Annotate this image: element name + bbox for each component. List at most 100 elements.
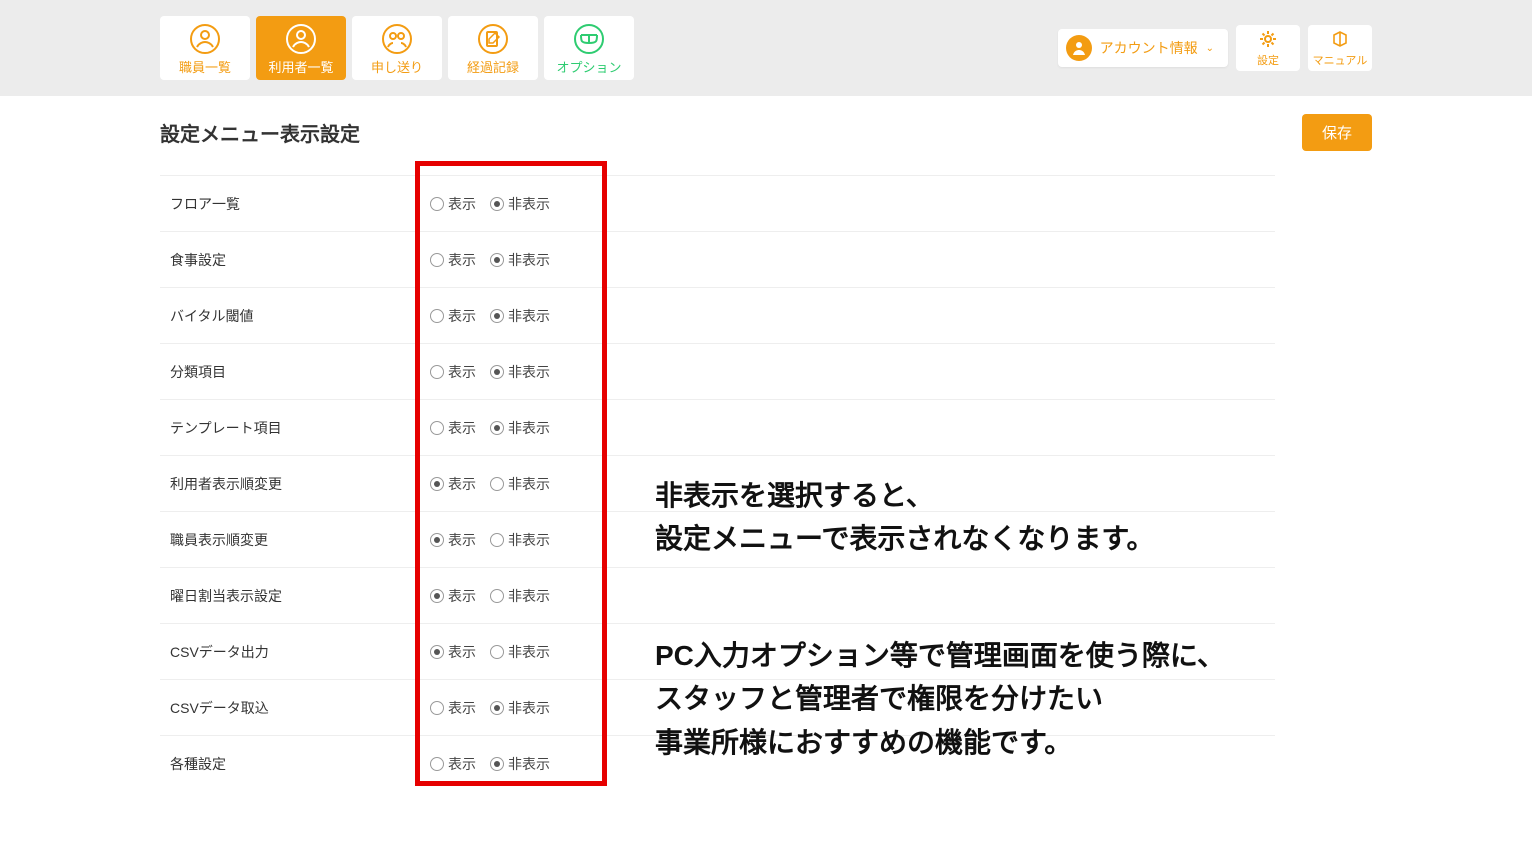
topnav-label: 職員一覧 <box>179 57 231 76</box>
account-info-dropdown[interactable]: アカウント情報 ⌄ <box>1058 29 1228 67</box>
gear-icon <box>1258 29 1278 52</box>
radio-show[interactable] <box>430 421 444 435</box>
row-options: 表示 非表示 <box>430 586 550 606</box>
option-hide[interactable]: 非表示 <box>490 754 550 774</box>
settings-row: 曜日割当表示設定表示非表示 <box>160 567 1275 623</box>
row-options: 表示 非表示 <box>430 418 550 438</box>
option-hide[interactable]: 非表示 <box>490 362 550 382</box>
annotation-block-1: 非表示を選択すると、 設定メニューで表示されなくなります。 <box>655 474 1155 561</box>
radio-hide[interactable] <box>490 477 504 491</box>
option-show[interactable]: 表示 <box>430 474 476 494</box>
radio-hide[interactable] <box>490 533 504 547</box>
radio-show[interactable] <box>430 701 444 715</box>
row-label: 利用者表示順変更 <box>170 474 430 494</box>
option-show[interactable]: 表示 <box>430 418 476 438</box>
radio-show[interactable] <box>430 645 444 659</box>
row-options: 表示 非表示 <box>430 362 550 382</box>
row-label: フロア一覧 <box>170 194 430 214</box>
radio-hide[interactable] <box>490 589 504 603</box>
option-hide-label: 非表示 <box>508 642 550 662</box>
settings-row: 分類項目表示非表示 <box>160 343 1275 399</box>
row-options: 表示 非表示 <box>430 474 550 494</box>
option-show[interactable]: 表示 <box>430 362 476 382</box>
option-show[interactable]: 表示 <box>430 250 476 270</box>
radio-show[interactable] <box>430 309 444 323</box>
option-show-label: 表示 <box>448 250 476 270</box>
user-icon <box>283 21 319 57</box>
option-hide[interactable]: 非表示 <box>490 530 550 550</box>
manual-button[interactable]: マニュアル <box>1308 25 1372 71</box>
staff-icon <box>187 21 223 57</box>
radio-show[interactable] <box>430 253 444 267</box>
topbar-right: アカウント情報 ⌄ 設定 マニュアル <box>1058 25 1372 71</box>
radio-show[interactable] <box>430 589 444 603</box>
option-hide[interactable]: 非表示 <box>490 698 550 718</box>
option-icon <box>571 21 607 57</box>
option-hide-label: 非表示 <box>508 418 550 438</box>
annotation-line: スタッフと管理者で権限を分けたい <box>655 683 1103 714</box>
option-show[interactable]: 表示 <box>430 586 476 606</box>
topnav-staff-list[interactable]: 職員一覧 <box>160 16 250 80</box>
row-options: 表示 非表示 <box>430 698 550 718</box>
option-hide[interactable]: 非表示 <box>490 474 550 494</box>
option-hide-label: 非表示 <box>508 586 550 606</box>
chevron-down-icon: ⌄ <box>1206 43 1214 54</box>
radio-hide[interactable] <box>490 197 504 211</box>
settings-button[interactable]: 設定 <box>1236 25 1300 71</box>
option-show[interactable]: 表示 <box>430 698 476 718</box>
settings-row: 食事設定表示非表示 <box>160 231 1275 287</box>
radio-hide[interactable] <box>490 757 504 771</box>
save-button[interactable]: 保存 <box>1302 114 1372 151</box>
option-hide-label: 非表示 <box>508 474 550 494</box>
row-label: CSVデータ出力 <box>170 642 430 662</box>
settings-row: バイタル閾値表示 非表示 <box>160 287 1275 343</box>
option-hide-label: 非表示 <box>508 362 550 382</box>
option-show-label: 表示 <box>448 642 476 662</box>
option-show[interactable]: 表示 <box>430 754 476 774</box>
row-label: バイタル閾値 <box>170 306 430 326</box>
topnav-handover[interactable]: 申し送り <box>352 16 442 80</box>
option-hide[interactable]: 非表示 <box>490 418 550 438</box>
option-show[interactable]: 表示 <box>430 194 476 214</box>
row-options: 表示 非表示 <box>430 754 550 774</box>
option-hide-label: 非表示 <box>508 698 550 718</box>
option-show-label: 表示 <box>448 418 476 438</box>
radio-show[interactable] <box>430 757 444 771</box>
topnav-option[interactable]: オプション <box>544 16 634 80</box>
settings-row: テンプレート項目表示 非表示 <box>160 399 1275 455</box>
annotation-line: 設定メニューで表示されなくなります。 <box>655 523 1155 554</box>
handover-icon <box>379 21 415 57</box>
annotation-block-2: PC入力オプション等で管理画面を使う際に、 スタッフと管理者で権限を分けたい 事… <box>655 634 1225 764</box>
option-hide-label: 非表示 <box>508 530 550 550</box>
radio-show[interactable] <box>430 197 444 211</box>
radio-show[interactable] <box>430 533 444 547</box>
option-hide[interactable]: 非表示 <box>490 586 550 606</box>
option-hide-label: 非表示 <box>508 194 550 214</box>
row-label: テンプレート項目 <box>170 418 430 438</box>
option-hide-label: 非表示 <box>508 306 550 326</box>
radio-hide[interactable] <box>490 701 504 715</box>
option-show-label: 表示 <box>448 474 476 494</box>
option-hide[interactable]: 非表示 <box>490 250 550 270</box>
page-title: 設定メニュー表示設定 <box>160 118 360 147</box>
radio-hide[interactable] <box>490 645 504 659</box>
option-hide[interactable]: 非表示 <box>490 306 550 326</box>
topnav-user-list[interactable]: 利用者一覧 <box>256 16 346 80</box>
option-show-label: 表示 <box>448 586 476 606</box>
radio-hide[interactable] <box>490 309 504 323</box>
option-hide[interactable]: 非表示 <box>490 642 550 662</box>
option-show-label: 表示 <box>448 754 476 774</box>
radio-hide[interactable] <box>490 421 504 435</box>
radio-show[interactable] <box>430 365 444 379</box>
option-hide-label: 非表示 <box>508 754 550 774</box>
option-hide[interactable]: 非表示 <box>490 194 550 214</box>
radio-hide[interactable] <box>490 365 504 379</box>
topnav-label: 利用者一覧 <box>268 57 333 76</box>
radio-hide[interactable] <box>490 253 504 267</box>
radio-show[interactable] <box>430 477 444 491</box>
book-icon <box>1330 29 1350 52</box>
option-show[interactable]: 表示 <box>430 642 476 662</box>
option-show[interactable]: 表示 <box>430 306 476 326</box>
topnav-progress-record[interactable]: 経過記録 <box>448 16 538 80</box>
option-show[interactable]: 表示 <box>430 530 476 550</box>
